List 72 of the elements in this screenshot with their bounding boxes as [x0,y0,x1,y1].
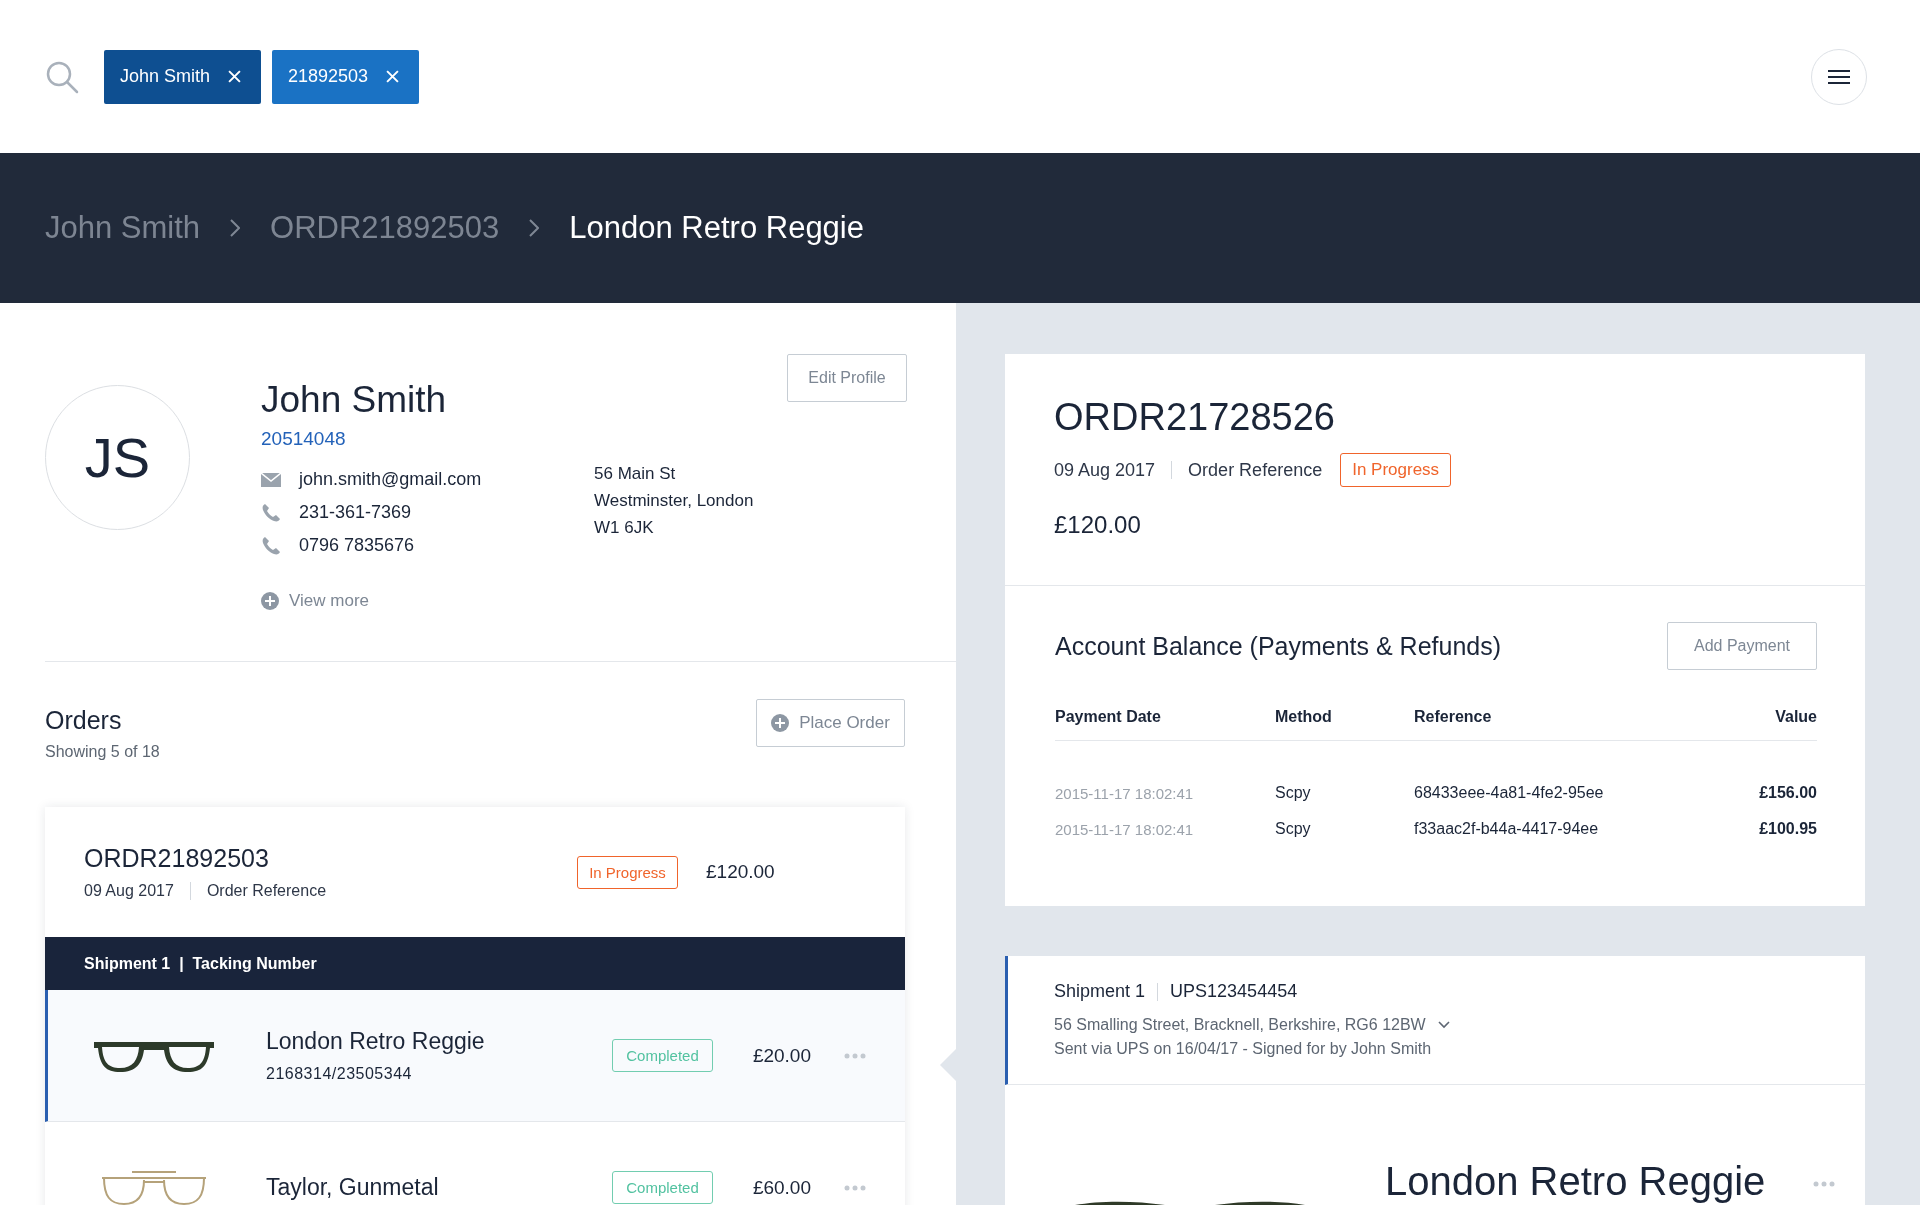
order-reference: Order Reference [1188,459,1323,481]
orders-heading: Orders [45,706,123,735]
table-cell-text: 2015-11-17 18:02:41 [1055,820,1195,838]
product-name: Taylor, Gunmetal [266,1174,440,1201]
product-sku: 2168314/23505344 [266,1065,413,1083]
shipment-title: Shipment 1 [1054,981,1146,1002]
breadcrumb-link[interactable]: ORDR21892503 [270,210,500,246]
status-badge: In Progress [577,855,678,889]
address-line: W1 6JK [594,518,655,538]
add-payment-button[interactable]: Add Payment [1667,622,1817,670]
chevron-down-icon[interactable] [1437,1021,1450,1029]
order-number: ORDR21728526 [1054,396,1336,439]
column-header: Payment Date [1055,708,1162,726]
delivery-status: Sent via UPS on 16/04/17 - Signed for by John Smith [1054,1040,1433,1058]
status-badge: Completed [612,1039,713,1072]
status-badge: Completed [612,1171,713,1204]
edit-profile-button[interactable]: Edit Profile [787,354,907,402]
order-number: ORDR21892503 [84,844,270,873]
chevron-right-icon [529,219,540,237]
search-chip[interactable]: John Smith [104,49,262,104]
view-more-link[interactable]: View more [261,591,754,611]
plus-icon[interactable] [261,592,279,610]
menu-icon[interactable] [1828,68,1850,85]
product-name: London Retro Reggie [266,1028,486,1055]
more-icon[interactable] [844,1184,866,1191]
customer-id-link[interactable]: 20514048 [261,428,754,450]
more-icon[interactable] [844,1052,866,1059]
item-price: £60.00 [751,1176,811,1199]
envelope-icon [261,472,281,487]
tracking-number: UPS123454454 [1170,981,1298,1002]
order-item[interactable]: London Retro Reggie 2168314/23505344 Completed £20.00 [45,990,905,1122]
more-icon[interactable] [1813,1181,1836,1187]
column-header: Value [1775,708,1817,726]
shipping-address: 56 Smalling Street, Bracknell, Berkshire, RG6 12BW [1054,1016,1426,1034]
phone-icon [261,535,281,556]
close-icon[interactable] [228,70,242,83]
customer-name: John Smith [261,378,448,422]
status-badge: In Progress [1340,453,1452,487]
address-line: 56 Main St [594,464,677,484]
order-item[interactable]: Taylor, Gunmetal Completed £60.00 [45,1122,905,1205]
breadcrumb-link[interactable]: London Retro Reggie [569,210,864,246]
order-date: 09 Aug 2017 [84,882,174,900]
contact-text: john.smith@gmail.com [299,469,482,490]
order-date: 09 Aug 2017 [1054,459,1156,481]
table-cell-text: Scpy [1275,784,1312,802]
table-cell-text: Scpy [1275,820,1312,838]
contact-text: 0796 7835676 [299,535,415,556]
column-header: Reference [1414,708,1493,726]
orders-count: Showing 5 of 18 [45,743,160,761]
close-icon[interactable] [386,70,400,83]
search-icon[interactable] [45,59,79,94]
column-header: Method [1275,708,1333,726]
place-order-button[interactable]: Place Order [756,699,905,747]
item-price: £20.00 [751,1044,811,1067]
order-total: £120.00 [706,861,776,883]
search-chip[interactable]: 21892503 [272,49,420,104]
breadcrumb-link[interactable]: John Smith [45,210,201,246]
contact-text: 231-361-7369 [299,502,412,523]
shipment-bar: Shipment 1 | Tacking Number [45,937,905,990]
product-name: London Retro Reggie [1385,1159,1766,1204]
address-line: Westminster, London [594,491,754,511]
chevron-right-icon [230,219,241,237]
table-cell: £156.00 [1759,784,1817,802]
phone-icon [261,502,281,523]
order-total: £120.00 [1054,511,1142,539]
table-cell-text: f33aac2f-b44a-4417-94ee [1414,820,1600,838]
table-cell: £100.95 [1759,820,1817,838]
table-cell-text: 2015-11-17 18:02:41 [1055,784,1195,802]
table-cell-text: 68433eee-4a81-4fe2-95ee [1414,784,1605,802]
account-balance-heading: Account Balance (Payments & Refunds) [1055,631,1502,661]
order-reference: Order Reference [206,882,327,900]
plus-icon[interactable] [771,714,790,732]
